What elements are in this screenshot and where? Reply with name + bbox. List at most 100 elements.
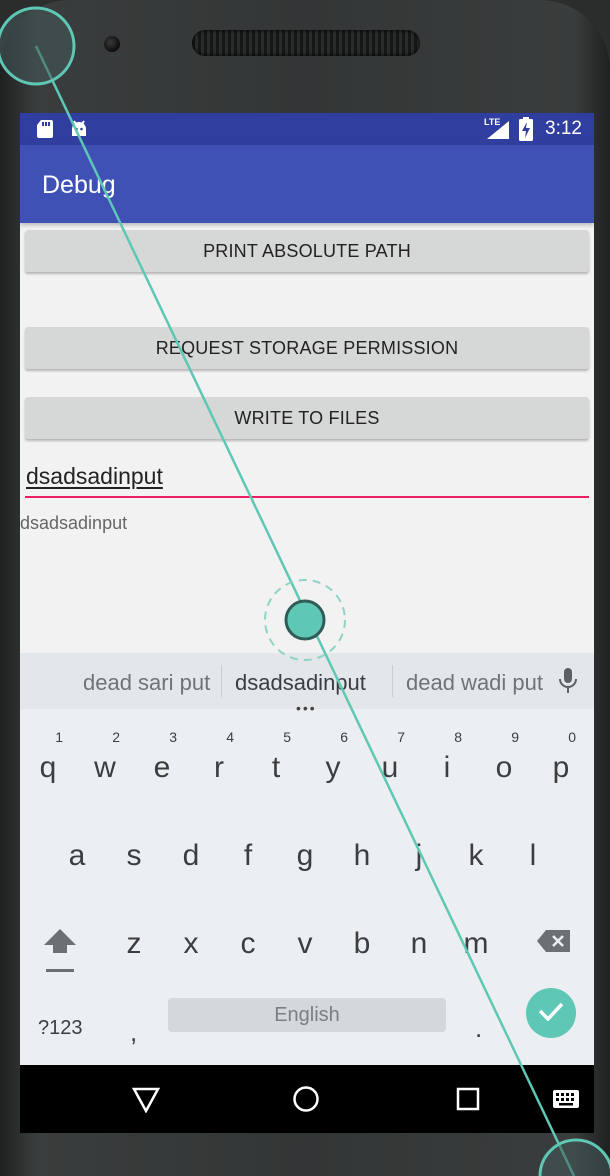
key-hint: 8: [454, 729, 462, 745]
navigation-bar: [20, 1065, 594, 1133]
key-label: s: [126, 839, 142, 872]
suggestion-divider: [392, 665, 393, 697]
suggestion-divider: [221, 665, 222, 697]
home-icon[interactable]: [292, 1085, 320, 1118]
key-label: v: [297, 927, 313, 960]
suggestion-left[interactable]: dead sari put: [83, 670, 210, 696]
device-screen: LTE 3:12 Debug PRINT ABSOLUTE PATH REQUE…: [20, 113, 594, 1133]
space-bar[interactable]: English: [168, 998, 446, 1032]
keyboard-switch-icon[interactable]: [552, 1089, 580, 1114]
key-label: z: [126, 927, 142, 960]
input-underline: [25, 496, 589, 498]
key-label: n: [410, 927, 428, 960]
print-absolute-path-button[interactable]: PRINT ABSOLUTE PATH: [25, 230, 589, 272]
recents-icon[interactable]: [456, 1087, 480, 1116]
suggestion-center[interactable]: dsadsadinput: [235, 670, 366, 696]
text-input-field[interactable]: dsadsadinput: [25, 458, 589, 498]
request-storage-permission-button[interactable]: REQUEST STORAGE PERMISSION: [25, 327, 589, 369]
key-n[interactable]: n: [394, 915, 444, 975]
status-bar: LTE 3:12: [20, 113, 594, 145]
key-hint: 5: [283, 729, 291, 745]
key-label: y: [325, 751, 341, 784]
key-label: b: [353, 927, 371, 960]
soft-keyboard: dead sari put dsadsadinput dead wadi put…: [20, 653, 594, 1065]
key-s[interactable]: s: [109, 827, 159, 887]
key-x[interactable]: x: [166, 915, 216, 975]
key-hint: 0: [568, 729, 576, 745]
key-b[interactable]: b: [337, 915, 387, 975]
key-label: g: [296, 839, 314, 872]
key-label: l: [529, 839, 537, 872]
key-r[interactable]: 4r: [194, 729, 244, 799]
phone-frame: LTE 3:12 Debug PRINT ABSOLUTE PATH REQUE…: [0, 0, 610, 1176]
key-q[interactable]: 1q: [23, 729, 73, 799]
earpiece-speaker: [192, 30, 420, 56]
key-label: x: [183, 927, 199, 960]
key-hint: 4: [226, 729, 234, 745]
key-label: u: [381, 751, 399, 784]
key-hint: 1: [55, 729, 63, 745]
backspace-icon[interactable]: [536, 929, 572, 958]
key-label: k: [468, 839, 484, 872]
suggestion-strip: dead sari put dsadsadinput dead wadi put…: [20, 653, 594, 716]
key-label: e: [153, 751, 171, 784]
key-e[interactable]: 3e: [137, 729, 187, 799]
key-l[interactable]: l: [508, 827, 558, 887]
signal-icon: [486, 120, 510, 145]
key-hint: 9: [511, 729, 519, 745]
key-label: a: [68, 839, 86, 872]
write-to-files-button[interactable]: WRITE TO FILES: [25, 397, 589, 439]
key-y[interactable]: 6y: [308, 729, 358, 799]
key-hint: 7: [397, 729, 405, 745]
key-label: d: [182, 839, 200, 872]
key-d[interactable]: d: [166, 827, 216, 887]
key-g[interactable]: g: [280, 827, 330, 887]
comma-key[interactable]: ,: [130, 1017, 137, 1048]
touch-end-indicator: [538, 1138, 610, 1176]
key-label: q: [39, 751, 57, 784]
key-f[interactable]: f: [223, 827, 273, 887]
more-suggestions-indicator[interactable]: •••: [296, 700, 317, 716]
key-label: m: [463, 927, 489, 960]
mic-icon[interactable]: [557, 667, 579, 700]
key-a[interactable]: a: [52, 827, 102, 887]
key-p[interactable]: 0p: [536, 729, 586, 799]
key-hint: 6: [340, 729, 348, 745]
key-o[interactable]: 9o: [479, 729, 529, 799]
key-j[interactable]: j: [394, 827, 444, 887]
key-label: t: [271, 751, 281, 784]
key-i[interactable]: 8i: [422, 729, 472, 799]
enter-key[interactable]: [526, 988, 576, 1038]
symbols-key[interactable]: ?123: [38, 1017, 83, 1040]
text-input-value[interactable]: dsadsadinput: [26, 463, 163, 490]
key-label: i: [443, 751, 451, 784]
suggestion-right[interactable]: dead wadi put: [406, 670, 543, 696]
key-k[interactable]: k: [451, 827, 501, 887]
key-h[interactable]: h: [337, 827, 387, 887]
period-key[interactable]: .: [475, 1013, 482, 1044]
battery-charging-icon: [519, 117, 533, 146]
key-v[interactable]: v: [280, 915, 330, 975]
key-w[interactable]: 2w: [80, 729, 130, 799]
key-t[interactable]: 5t: [251, 729, 301, 799]
sd-card-icon: [36, 119, 54, 144]
key-hint: 2: [112, 729, 120, 745]
key-label: o: [495, 751, 513, 784]
enter-check-icon: [538, 1001, 564, 1026]
shift-icon[interactable]: [42, 927, 78, 978]
key-label: p: [552, 751, 570, 784]
key-label: j: [415, 839, 423, 872]
key-label: h: [353, 839, 371, 872]
key-label: r: [214, 751, 224, 784]
key-u[interactable]: 7u: [365, 729, 415, 799]
echo-text: dsadsadinput: [20, 513, 128, 533]
status-time: 3:12: [545, 118, 582, 139]
android-debug-icon: [69, 119, 89, 144]
back-icon[interactable]: [131, 1087, 161, 1118]
app-bar: Debug: [20, 145, 594, 223]
key-label: w: [94, 751, 116, 784]
key-z[interactable]: z: [109, 915, 159, 975]
key-c[interactable]: c: [223, 915, 273, 975]
front-camera: [104, 36, 120, 52]
key-m[interactable]: m: [451, 915, 501, 975]
